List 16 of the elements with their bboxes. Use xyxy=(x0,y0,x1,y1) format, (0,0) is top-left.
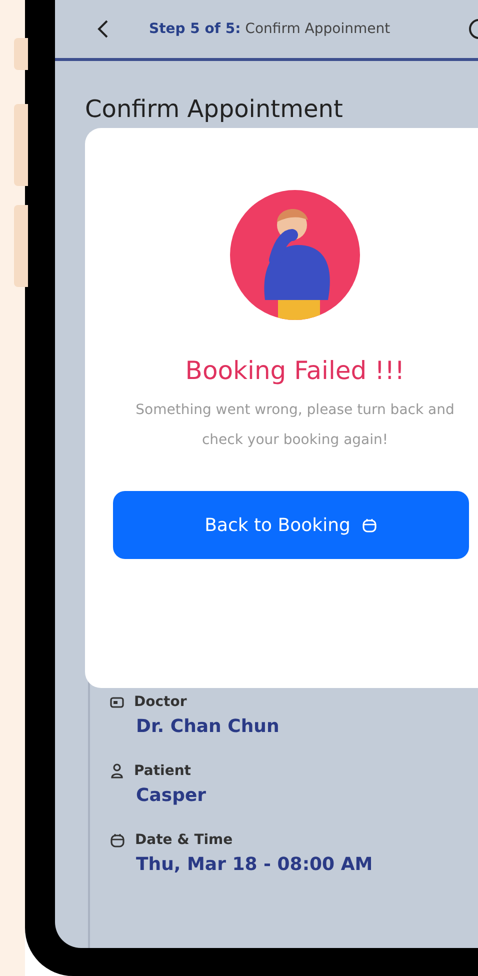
detail-value: Thu, Mar 18 - 08:00 AM xyxy=(136,854,374,875)
detail-value: Dr. Chan Chun xyxy=(136,716,280,737)
user-icon xyxy=(110,763,124,779)
back-icon[interactable] xyxy=(97,19,109,39)
calendar-icon xyxy=(110,832,125,848)
detail-label: Doctor xyxy=(134,694,187,710)
dialog-title: Booking Failed !!! xyxy=(185,356,405,385)
step-title: Step 5 of 5: Confirm Appoinment xyxy=(149,21,390,37)
id-card-icon xyxy=(110,695,124,709)
dialog-message: Something went wrong, please turn back and check your booking again! xyxy=(134,401,456,450)
page-heading: Confirm Appointment xyxy=(85,95,344,123)
back-to-booking-button[interactable]: Back to Booking xyxy=(113,491,469,559)
detail-label: Patient xyxy=(134,763,191,779)
detail-value: Casper xyxy=(136,785,208,806)
calendar-icon xyxy=(362,518,378,532)
detail-label: Date & Time xyxy=(135,832,233,848)
